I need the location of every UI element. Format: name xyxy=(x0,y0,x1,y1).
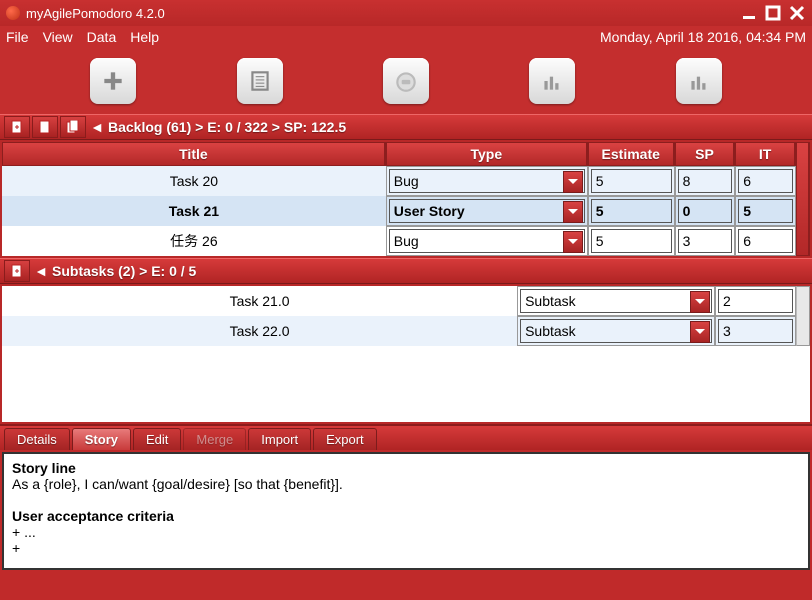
minimize-button[interactable] xyxy=(740,5,758,21)
title-bar: myAgilePomodoro 4.2.0 xyxy=(0,0,812,26)
datetime-label: Monday, April 18 2016, 04:34 PM xyxy=(600,29,806,45)
tab-export[interactable]: Export xyxy=(313,428,377,450)
story-bullet: + xyxy=(12,540,800,556)
row-title[interactable]: 任务 26 xyxy=(2,226,386,256)
tab-merge: Merge xyxy=(183,428,246,450)
subtask-crumb: Subtasks (2) > E: 0 / 5 xyxy=(52,263,196,279)
window-title: myAgilePomodoro 4.2.0 xyxy=(26,6,165,21)
backlog-nav-left-icon[interactable]: ◄ xyxy=(88,119,106,135)
menu-help[interactable]: Help xyxy=(130,29,159,45)
table-row[interactable]: 任务 26 Bug 5 3 6 xyxy=(2,226,810,256)
chevron-down-icon[interactable] xyxy=(690,321,710,343)
chevron-down-icon[interactable] xyxy=(563,231,583,253)
chevron-down-icon[interactable] xyxy=(690,291,710,313)
subtask-scrollbar[interactable] xyxy=(796,286,810,346)
story-textarea[interactable]: Story line As a {role}, I can/want {goal… xyxy=(2,452,810,570)
subtasks-bar: ◄ Subtasks (2) > E: 0 / 5 xyxy=(0,258,812,284)
backlog-bar: ◄ Backlog (61) > E: 0 / 322 > SP: 122.5 xyxy=(0,114,812,140)
subtasks-table: Task 21.0 Subtask 2 Task 22.0 Subtask 3 xyxy=(0,284,812,424)
timer-button[interactable] xyxy=(383,58,429,104)
sub-type[interactable]: Subtask xyxy=(525,323,707,339)
sub-type[interactable]: Subtask xyxy=(525,293,707,309)
row-title[interactable]: Task 20 xyxy=(2,166,386,196)
backlog-table: Title Type Estimate SP IT Task 20 Bug 5 … xyxy=(0,140,812,258)
row-it[interactable]: 6 xyxy=(738,229,793,253)
table-row[interactable]: Task 21.0 Subtask 2 xyxy=(2,286,810,316)
backlog-doc2-icon[interactable] xyxy=(32,116,58,138)
tab-story[interactable]: Story xyxy=(72,428,131,450)
detail-tabs: Details Story Edit Merge Import Export xyxy=(0,424,812,450)
row-sp[interactable]: 8 xyxy=(678,169,733,193)
tab-details[interactable]: Details xyxy=(4,428,70,450)
story-heading1: Story line xyxy=(12,460,800,476)
chevron-down-icon[interactable] xyxy=(563,171,583,193)
table-row[interactable]: Task 22.0 Subtask 3 xyxy=(2,316,810,346)
chevron-down-icon[interactable] xyxy=(563,201,583,223)
row-sp[interactable]: 0 xyxy=(678,199,733,223)
tab-edit[interactable]: Edit xyxy=(133,428,181,450)
close-button[interactable] xyxy=(788,5,806,21)
backlog-doc1-icon[interactable] xyxy=(4,116,30,138)
backlog-scrollbar[interactable] xyxy=(796,142,810,256)
maximize-button[interactable] xyxy=(764,5,782,21)
subtask-nav-left-icon[interactable]: ◄ xyxy=(32,263,50,279)
row-type[interactable]: Bug xyxy=(394,233,580,249)
main-toolbar xyxy=(0,48,812,114)
row-it[interactable]: 6 xyxy=(738,169,793,193)
story-bullet: + ... xyxy=(12,524,800,540)
tab-import[interactable]: Import xyxy=(248,428,311,450)
row-sp[interactable]: 3 xyxy=(678,229,733,253)
col-type[interactable]: Type xyxy=(386,142,588,166)
col-sp[interactable]: SP xyxy=(675,142,736,166)
app-icon xyxy=(6,6,20,20)
row-estimate[interactable]: 5 xyxy=(591,199,672,223)
chart1-button[interactable] xyxy=(529,58,575,104)
menu-bar: File View Data Help Monday, April 18 201… xyxy=(0,26,812,48)
story-heading2: User acceptance criteria xyxy=(12,508,800,524)
backlog-crumb: Backlog (61) > E: 0 / 322 > SP: 122.5 xyxy=(108,119,346,135)
list-button[interactable] xyxy=(237,58,283,104)
col-title[interactable]: Title xyxy=(2,142,386,166)
row-type[interactable]: User Story xyxy=(394,203,580,219)
sub-estimate[interactable]: 2 xyxy=(718,289,793,313)
sub-title[interactable]: Task 21.0 xyxy=(2,286,517,316)
row-type[interactable]: Bug xyxy=(394,173,580,189)
subtask-doc-icon[interactable] xyxy=(4,260,30,282)
menu-view[interactable]: View xyxy=(43,29,73,45)
add-button[interactable] xyxy=(90,58,136,104)
menu-data[interactable]: Data xyxy=(87,29,117,45)
table-row[interactable]: Task 20 Bug 5 8 6 xyxy=(2,166,810,196)
story-line: As a {role}, I can/want {goal/desire} [s… xyxy=(12,476,800,492)
sub-title[interactable]: Task 22.0 xyxy=(2,316,517,346)
sub-estimate[interactable]: 3 xyxy=(718,319,793,343)
backlog-doc3-icon[interactable] xyxy=(60,116,86,138)
row-it[interactable]: 5 xyxy=(738,199,793,223)
row-estimate[interactable]: 5 xyxy=(591,229,672,253)
menu-file[interactable]: File xyxy=(6,29,29,45)
col-it[interactable]: IT xyxy=(735,142,796,166)
row-title[interactable]: Task 21 xyxy=(2,196,386,226)
table-row[interactable]: Task 21 User Story 5 0 5 xyxy=(2,196,810,226)
chart2-button[interactable] xyxy=(676,58,722,104)
row-estimate[interactable]: 5 xyxy=(591,169,672,193)
col-estimate[interactable]: Estimate xyxy=(588,142,675,166)
